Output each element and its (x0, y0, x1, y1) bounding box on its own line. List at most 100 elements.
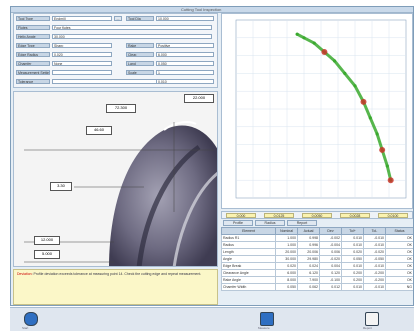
browse-button[interactable]: ... (114, 16, 122, 21)
table-cell: Radius (221, 241, 276, 249)
measure-icon[interactable] (260, 312, 274, 326)
status-value: 0.0028 (340, 213, 370, 218)
table-row[interactable]: Angle 30.000 29.980 -0.020 0.050 -0.050 OK (221, 255, 413, 263)
field-value[interactable] (52, 70, 112, 75)
column-header[interactable]: Actual (297, 227, 320, 235)
results-table: Element Nominal Actual Dev Tol+ Tol- Status Ra… (221, 227, 413, 291)
table-cell: Clearance Angle (221, 269, 276, 277)
field-value[interactable]: Endmill (52, 16, 112, 21)
field-value[interactable]: 10.000 (156, 16, 214, 21)
report-icon[interactable] (365, 312, 379, 326)
tab-report[interactable]: Report (287, 220, 317, 226)
form-row: Tool Type Endmill... Tool Dia 10.000 (16, 16, 216, 22)
field-value[interactable]: 30.000 (52, 34, 212, 39)
table-cell: 0.004 (319, 262, 342, 270)
table-cell: Length (221, 248, 276, 256)
taskbar-caption: Report (363, 326, 373, 330)
table-cell: -0.200 (363, 269, 386, 277)
status-row: 0.000 0.0125 0.0050 0.0028 0.0100 (221, 211, 413, 219)
table-row[interactable]: Rake Angle 8.000 7.900 -0.100 0.200 -0.200 OK (221, 276, 413, 284)
table-cell: 0.020 (341, 248, 364, 256)
column-header[interactable]: Nominal (275, 227, 298, 235)
field-value[interactable]: 6.000 (156, 52, 214, 57)
table-cell: Angle (221, 255, 276, 263)
field-label: Scale (126, 70, 154, 75)
table-cell: 0.012 (319, 283, 342, 291)
table-cell: 0.998 (297, 234, 320, 242)
profile-point (385, 164, 389, 168)
table-row[interactable]: Radius R1 1.000 0.998 -0.002 0.010 -0.010 OK (221, 234, 413, 242)
field-value[interactable]: 0.050 (156, 61, 214, 66)
table-cell: -0.200 (363, 276, 386, 284)
profile-point (295, 32, 299, 36)
table-row[interactable]: Chamfer Width 0.050 0.062 0.012 0.010 -0.010 N… (221, 283, 413, 291)
deviation-marker (321, 49, 328, 56)
table-cell: -0.010 (363, 283, 386, 291)
status-value: 0.0125 (264, 213, 294, 218)
column-header[interactable]: Status (385, 227, 413, 235)
field-value[interactable]: None (52, 61, 112, 66)
table-cell: 29.980 (297, 255, 320, 263)
field-value[interactable]: 1 (156, 70, 214, 75)
table-row[interactable]: Radius 1.000 0.996 -0.004 0.010 -0.010 OK (221, 241, 413, 249)
note-highlight: Deviation (17, 272, 32, 276)
field-value[interactable]: Four flutes (52, 25, 212, 30)
table-cell: OK (385, 241, 413, 249)
table-cell: 1.000 (275, 234, 298, 242)
dimension-label: 46.60 (86, 126, 112, 135)
form-row: Flutes Four flutes (16, 25, 216, 31)
table-cell: -0.050 (363, 255, 386, 263)
deviation-marker (379, 146, 386, 153)
table-cell: -0.100 (319, 276, 342, 284)
form-row: Chamfer None Land 0.050 (16, 61, 216, 67)
column-header[interactable]: Tol+ (341, 227, 364, 235)
table-cell: -0.020 (319, 255, 342, 263)
table-cell: Rake Angle (221, 276, 276, 284)
table-row[interactable]: Edge Break 0.020 0.024 0.004 0.010 -0.010 OK (221, 262, 413, 270)
profile-point (312, 41, 316, 45)
field-value[interactable]: 0.020 (52, 52, 112, 57)
table-cell: 0.010 (341, 283, 364, 291)
field-label: Land (126, 61, 154, 66)
left-panel: Tool Type Endmill... Tool Dia 10.000 Flutes F… (13, 13, 218, 305)
start-icon[interactable] (24, 312, 38, 326)
field-label: Tolerance (16, 79, 50, 84)
field-label: Rake (126, 43, 154, 48)
dimension-label: 22.000 (184, 94, 214, 103)
message-note: Deviation: Profile deviation exceeds tol… (13, 269, 218, 305)
tab-radius[interactable]: Radius (255, 220, 285, 226)
table-cell: 6.120 (297, 269, 320, 277)
field-label: Helix Angle (16, 34, 50, 39)
table-row[interactable]: Clearance Angle 6.000 6.120 0.120 0.200 -0.20… (221, 269, 413, 277)
table-cell: OK (385, 276, 413, 284)
field-label: Clear. (126, 52, 154, 57)
table-cell: OK (385, 269, 413, 277)
field-label: Flutes (16, 25, 50, 30)
note-text: Profile deviation exceeds tolerance at m… (33, 272, 202, 276)
table-cell: Edge Break (221, 262, 276, 270)
table-cell: 7.900 (297, 276, 320, 284)
table-cell: -0.010 (363, 262, 386, 270)
column-header[interactable]: Tol- (363, 227, 386, 235)
taskbar-caption: Measure (258, 326, 270, 330)
table-row[interactable]: Length 20.000 20.006 0.006 0.020 -0.020 OK (221, 248, 413, 256)
table-cell: 6.000 (275, 269, 298, 277)
table-cell: -0.020 (363, 248, 386, 256)
field-value[interactable]: Sharp (52, 43, 112, 48)
tab-profile[interactable]: Profile (223, 220, 253, 226)
tab-row: Profile Radius Report (221, 220, 413, 226)
profile-point (353, 84, 357, 88)
column-header[interactable]: Dev (319, 227, 342, 235)
table-cell: -0.004 (319, 241, 342, 249)
table-cell: 0.200 (341, 269, 364, 277)
table-cell: Chamfer Width (221, 283, 276, 291)
column-header[interactable]: Element (221, 227, 276, 235)
table-cell: 20.006 (297, 248, 320, 256)
field-value[interactable]: 0.010 (156, 79, 214, 84)
app-window: Cutting Tool Inspection Tool Type Endmill… (10, 6, 414, 306)
table-cell: 0.006 (319, 248, 342, 256)
field-label: Edge Radius (16, 52, 50, 57)
deviation-marker (360, 98, 367, 105)
window-title: Cutting Tool Inspection (181, 7, 222, 12)
field-value[interactable]: Positive (156, 43, 214, 48)
